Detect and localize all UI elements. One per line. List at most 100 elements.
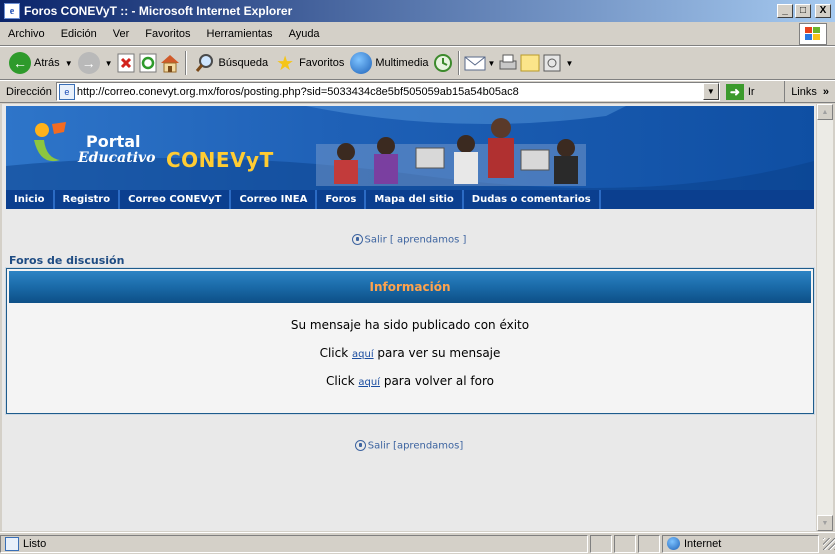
minimize-button[interactable]: _ <box>777 4 793 18</box>
window-controls: _ □ X <box>777 4 831 18</box>
status-pane <box>614 534 637 553</box>
address-input[interactable]: e http://correo.conevyt.org.mx/foros/pos… <box>55 82 720 101</box>
address-url[interactable]: http://correo.conevyt.org.mx/foros/posti… <box>77 86 519 98</box>
internet-globe-icon <box>667 537 680 550</box>
banner-photo <box>316 118 586 186</box>
logout-icon <box>351 234 363 245</box>
home-icon[interactable] <box>159 52 181 74</box>
forum-index-link[interactable]: Foros de discusión <box>9 254 124 267</box>
toolbar: ← Atrás ▼ → ▼ Búsqueda ★ Favoritos Multi… <box>0 46 835 80</box>
return-forum-suffix: para volver al foro <box>383 374 494 388</box>
status-text: Listo <box>23 537 47 550</box>
nav-inicio[interactable]: Inicio <box>6 190 55 209</box>
scroll-down-icon[interactable]: ▼ <box>817 515 833 531</box>
ie-icon: e <box>4 3 20 19</box>
status-pane <box>638 534 660 553</box>
toolbar-separator <box>457 51 460 75</box>
site-nav: Inicio Registro Correo CONEVyT Correo IN… <box>6 190 814 209</box>
menu-ayuda[interactable]: Ayuda <box>281 28 328 40</box>
menu-archivo[interactable]: Archivo <box>0 28 53 40</box>
brand-educativo: Educativo <box>78 150 156 166</box>
more-dropdown-icon[interactable]: ▼ <box>565 59 573 68</box>
view-message-line: Click aquí para ver su mensaje <box>7 339 813 367</box>
stop-icon[interactable] <box>115 52 137 74</box>
back-button[interactable]: ← Atrás <box>6 49 63 77</box>
window-title: Foros CONEVyT :: - Microsoft Internet Ex… <box>24 4 293 18</box>
scroll-up-icon[interactable]: ▲ <box>817 104 833 120</box>
menu-favoritos[interactable]: Favoritos <box>137 28 198 40</box>
favorites-button[interactable]: ★ Favoritos <box>271 49 347 77</box>
chevron-right-icon: » <box>822 85 829 98</box>
mail-icon[interactable] <box>464 52 486 74</box>
address-dropdown-icon[interactable]: ▼ <box>702 83 719 100</box>
logout-link-top[interactable]: Salir [ aprendamos ] <box>2 234 816 246</box>
menu-herramientas[interactable]: Herramientas <box>199 28 281 40</box>
site-banner: Portal Educativo CONEVyT <box>6 106 814 190</box>
windows-logo-icon <box>799 23 827 45</box>
logout-link-bottom[interactable]: Salir [aprendamos] <box>2 440 816 452</box>
menu-ver[interactable]: Ver <box>105 28 138 40</box>
mail-dropdown-icon[interactable]: ▼ <box>488 59 496 68</box>
nav-dudas-o-comentarios[interactable]: Dudas o comentarios <box>464 190 601 209</box>
history-icon[interactable] <box>432 52 454 74</box>
page-icon: e <box>58 83 75 100</box>
media-button[interactable]: Multimedia <box>347 49 431 77</box>
messenger-icon[interactable] <box>541 52 563 74</box>
nav-foros[interactable]: Foros <box>317 190 367 209</box>
go-label: Ir <box>747 85 755 98</box>
view-message-link[interactable]: aquí <box>352 349 374 360</box>
nav-correo-inea[interactable]: Correo INEA <box>231 190 318 209</box>
info-heading: Información <box>9 271 811 303</box>
forward-dropdown-icon[interactable]: ▼ <box>105 59 113 68</box>
status-bar: Listo Internet <box>0 532 835 554</box>
menu-edicion[interactable]: Edición <box>53 28 105 40</box>
maximize-button[interactable]: □ <box>795 4 811 18</box>
back-dropdown-icon[interactable]: ▼ <box>65 59 73 68</box>
star-icon: ★ <box>276 52 295 75</box>
return-forum-prefix: Click <box>325 374 355 388</box>
go-button[interactable]: ➜ Ir <box>725 83 755 100</box>
nav-correo-conevyt[interactable]: Correo CONEVyT <box>120 190 232 209</box>
links-button[interactable]: Links » <box>784 81 835 102</box>
go-arrow-icon: ➜ <box>725 83 744 100</box>
status-main: Listo <box>0 534 589 553</box>
status-page-icon <box>5 536 19 551</box>
search-button[interactable]: Búsqueda <box>191 49 272 77</box>
logout-label-bottom: Salir [aprendamos] <box>367 440 464 452</box>
print-icon[interactable] <box>497 52 519 74</box>
view-message-suffix: para ver su mensaje <box>377 346 501 360</box>
forward-arrow-icon: → <box>77 52 100 74</box>
search-label: Búsqueda <box>218 57 269 69</box>
logout-icon <box>354 440 366 451</box>
nav-registro[interactable]: Registro <box>55 190 121 209</box>
security-zone: Internet <box>662 534 820 553</box>
resize-grip-icon[interactable] <box>823 537 835 550</box>
address-bar: Dirección e http://correo.conevyt.org.mx… <box>0 80 835 103</box>
search-icon <box>194 52 216 74</box>
vertical-scrollbar[interactable]: ▲ ▼ <box>816 104 833 531</box>
logout-label-top: Salir [ aprendamos ] <box>364 234 467 246</box>
links-label: Links <box>791 85 817 98</box>
view-message-prefix: Click <box>319 346 349 360</box>
refresh-icon[interactable] <box>137 52 159 74</box>
info-panel: Información Su mensaje ha sido publicado… <box>5 267 815 415</box>
menu-bar: Archivo Edición Ver Favoritos Herramient… <box>0 22 835 46</box>
back-arrow-icon: ← <box>9 52 31 74</box>
return-forum-link[interactable]: aquí <box>358 377 380 388</box>
info-body: Su mensaje ha sido publicado con éxito C… <box>7 311 813 395</box>
back-label: Atrás <box>34 57 60 69</box>
zone-label: Internet <box>684 537 722 550</box>
close-button[interactable]: X <box>815 4 831 18</box>
media-globe-icon <box>350 52 373 74</box>
success-message: Su mensaje ha sido publicado con éxito <box>290 318 530 332</box>
toolbar-separator <box>184 51 187 75</box>
return-forum-line: Click aquí para volver al foro <box>7 367 813 395</box>
edit-icon[interactable] <box>519 52 541 74</box>
page-viewport: Portal Educativo CONEVyT Inicio Registro… <box>2 104 816 531</box>
brand-conevyt: CONEVyT <box>166 148 274 172</box>
conevyt-logo-icon <box>34 122 66 162</box>
status-pane <box>590 534 613 553</box>
forward-button[interactable]: → <box>75 49 103 77</box>
nav-mapa-del-sitio[interactable]: Mapa del sitio <box>366 190 464 209</box>
title-bar: e Foros CONEVyT :: - Microsoft Internet … <box>0 0 835 22</box>
